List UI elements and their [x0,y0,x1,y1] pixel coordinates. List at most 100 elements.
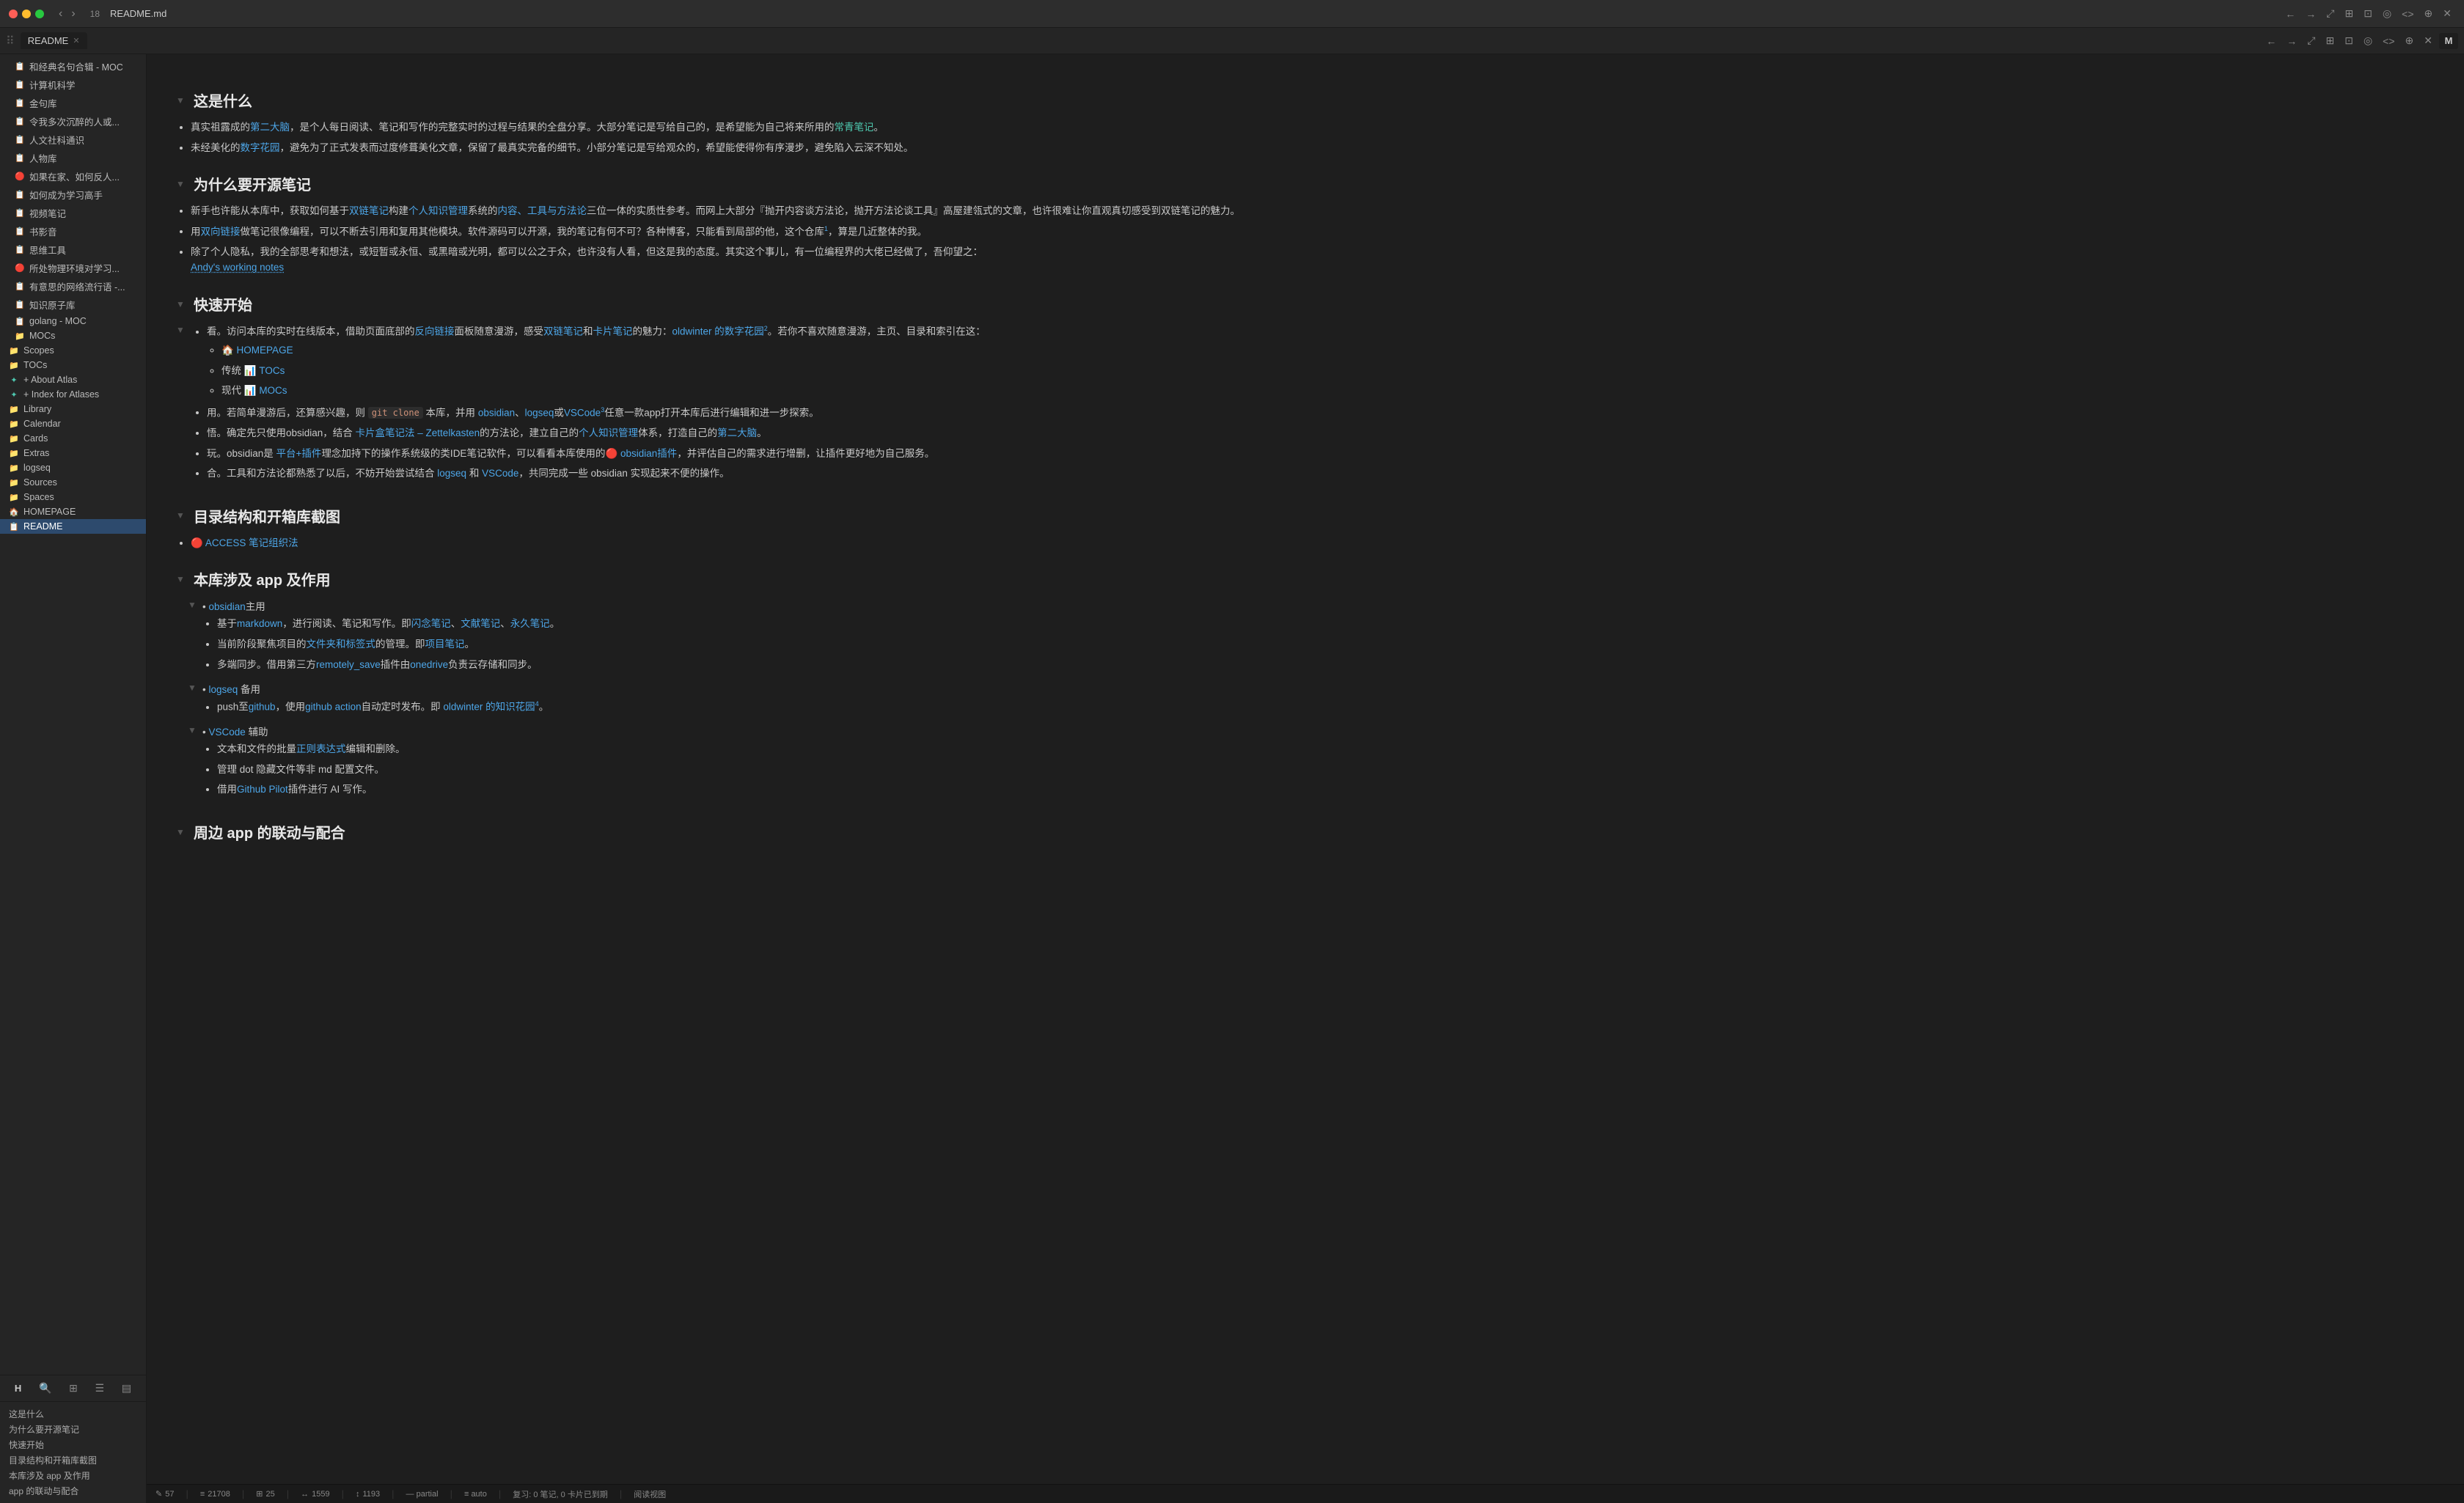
chevron-s5[interactable] [176,574,188,584]
tab-nav-forward[interactable]: → [2283,33,2300,49]
link-bidirectional-links[interactable]: 双向链接 [201,226,241,237]
link-access[interactable]: ACCESS 笔记组织法 [205,537,298,548]
link-backlinks[interactable]: 反向链接 [415,326,455,337]
tab-nav-back[interactable]: ← [2262,33,2280,49]
sidebar-item-cards[interactable]: 📁 Cards [0,431,146,446]
link-vscode2[interactable]: VSCode [482,468,518,479]
chevron-s2[interactable] [176,179,188,189]
tab-settings-icon[interactable]: ◎ [2360,32,2376,49]
minimize-button[interactable] [22,10,31,18]
sidebar-item-5[interactable]: 📋 人物库 [0,149,146,167]
link-permanent[interactable]: 永久笔记 [510,618,550,629]
link-logseq3[interactable]: logseq [208,684,238,695]
tab-grid-icon[interactable]: ⊞ [2322,32,2338,49]
sidebar-item-0[interactable]: 📋 和经典名句合辑 - MOC [0,57,146,76]
link-markdown[interactable]: markdown [237,618,282,629]
chevron-s3[interactable] [176,299,188,309]
chevron-s6[interactable] [176,827,188,837]
link-obsidian-main[interactable]: obsidian [208,601,245,612]
sidebar-item-homepage[interactable]: 🏠 HOMEPAGE [0,504,146,519]
link-oldwinter[interactable]: oldwinter 的数字花园 [672,326,764,337]
sidebar-item-2[interactable]: 📋 金句库 [0,94,146,112]
M-button[interactable]: M [2439,33,2458,49]
sidebar-item-sources[interactable]: 📁 Sources [0,475,146,490]
link-bilink[interactable]: 双链笔记 [543,326,583,337]
sidebar-item-scopes[interactable]: 📁 Scopes [0,343,146,358]
sidebar-item-9[interactable]: 📋 书影音 [0,222,146,240]
forward-button[interactable]: › [68,6,78,22]
chevron-s5-logseq[interactable] [188,683,199,693]
sidebar-item-3[interactable]: 📋 令我多次沉醉的人或... [0,112,146,131]
sidebar-item-11[interactable]: 🔴 所处物理环境对学习... [0,259,146,277]
sidebar-item-8[interactable]: 📋 视频笔记 [0,204,146,222]
sidebar-item-mocs[interactable]: 📁 MOCs [0,328,146,343]
link-vscode3[interactable]: VSCode [208,727,245,738]
outline-item-1[interactable]: 为什么要开源笔记 [0,1422,146,1437]
sidebar-item-calendar[interactable]: 📁 Calendar [0,416,146,431]
titlebar-code-action[interactable]: <> [2398,6,2417,22]
link-remotely-save[interactable]: remotely_save [316,659,381,670]
link-card-notes[interactable]: 卡片笔记 [593,326,633,337]
link-literature[interactable]: 文献笔记 [461,618,500,629]
chevron-s4[interactable] [176,510,188,521]
link-platform-plugins[interactable]: 平台+插件 [276,448,322,459]
chevron-s1[interactable] [176,95,188,106]
sidebar-item-index-atlases[interactable]: ✦ + Index for Atlases [0,387,146,402]
sidebar-item-1[interactable]: 📋 计算机科学 [0,76,146,94]
titlebar-action-5[interactable]: ◎ [2379,5,2395,22]
sidebar-tool-search[interactable]: 🔍 [36,1379,54,1397]
titlebar-action-1[interactable]: ← [2281,6,2299,22]
link-oldwinter-knowledge[interactable]: oldwinter 的知识花园 [443,702,535,713]
tab-x-icon[interactable]: ✕ [2420,32,2436,49]
outline-item-4[interactable]: 本库涉及 app 及作用 [0,1468,146,1483]
sidebar-item-12[interactable]: 📋 有意思的网络流行语 -... [0,277,146,295]
titlebar-action-3[interactable]: ⊞ [2341,5,2357,22]
outline-item-3[interactable]: 目录结构和开箱库截图 [0,1452,146,1468]
sidebar-item-extras[interactable]: 📁 Extras [0,446,146,460]
sidebar-item-7[interactable]: 📋 如何成为学习高手 [0,185,146,204]
status-reading-view[interactable]: 阅读视图 [634,1488,666,1500]
link-logseq2[interactable]: logseq [437,468,466,479]
outline-item-5[interactable]: app 的联动与配合 [0,1483,146,1499]
link-github[interactable]: github [249,702,276,713]
outline-item-2[interactable]: 快速开始 [0,1437,146,1452]
link-onedrive[interactable]: onedrive [410,659,448,670]
link-mocs[interactable]: MOCs [259,385,287,396]
link-zettelkasten[interactable]: 卡片盒笔记法 – Zettelkasten [356,427,480,438]
link-pkm[interactable]: 个人知识管理 [408,205,468,216]
sidebar-item-10[interactable]: 📋 思维工具 [0,240,146,259]
sidebar-item-readme[interactable]: 📋 README [0,519,146,534]
link-project-notes[interactable]: 项目笔记 [425,639,465,650]
link-github-pilot[interactable]: Github Pilot [237,784,288,795]
tab-close-all-icon[interactable]: ⊡ [2341,32,2357,49]
sidebar-tool-list[interactable]: ☰ [92,1379,108,1397]
sidebar-item-about-atlas[interactable]: ✦ + About Atlas [0,372,146,387]
sidebar-item-logseq[interactable]: 📁 logseq [0,460,146,475]
close-button[interactable] [9,10,18,18]
sidebar-tool-h[interactable]: H [12,1380,24,1397]
link-bidirectional[interactable]: 双链笔记 [349,205,389,216]
sidebar-tool-alt-list[interactable]: ▤ [119,1379,134,1397]
sidebar-item-tocs[interactable]: 📁 TOCs [0,358,146,372]
sidebar-item-library[interactable]: 📁 Library [0,402,146,416]
titlebar-expand[interactable]: ⤢ [2322,5,2338,22]
sidebar-item-4[interactable]: 📋 人文社科通识 [0,131,146,149]
link-folders-tags[interactable]: 文件夹和标签式 [307,639,376,650]
link-pkm2[interactable]: 个人知识管理 [579,427,638,438]
link-logseq[interactable]: logseq [525,407,554,418]
link-digital-garden[interactable]: 数字花园 [241,142,280,153]
chevron-s3-sub[interactable] [176,325,188,335]
maximize-button[interactable] [35,10,44,18]
link-evergreen-notes[interactable]: 常青笔记 [835,122,874,133]
tab-code-icon[interactable]: <> [2379,33,2398,49]
sidebar-tool-grid[interactable]: ⊞ [66,1379,81,1397]
sidebar-item-14[interactable]: 📋 golang - MOC [0,314,146,328]
link-github-action[interactable]: github action [305,702,362,713]
link-second-brain2[interactable]: 第二大脑 [717,427,757,438]
titlebar-add[interactable]: ⊕ [2421,5,2437,22]
sidebar-item-13[interactable]: 📋 知识原子库 [0,295,146,314]
tab-expand-icon[interactable]: ⤢ [2303,32,2319,49]
sidebar-item-spaces[interactable]: 📁 Spaces [0,490,146,504]
link-homepage[interactable]: 🏠 HOMEPAGE [221,345,293,356]
link-regex[interactable]: 正则表达式 [296,743,346,754]
